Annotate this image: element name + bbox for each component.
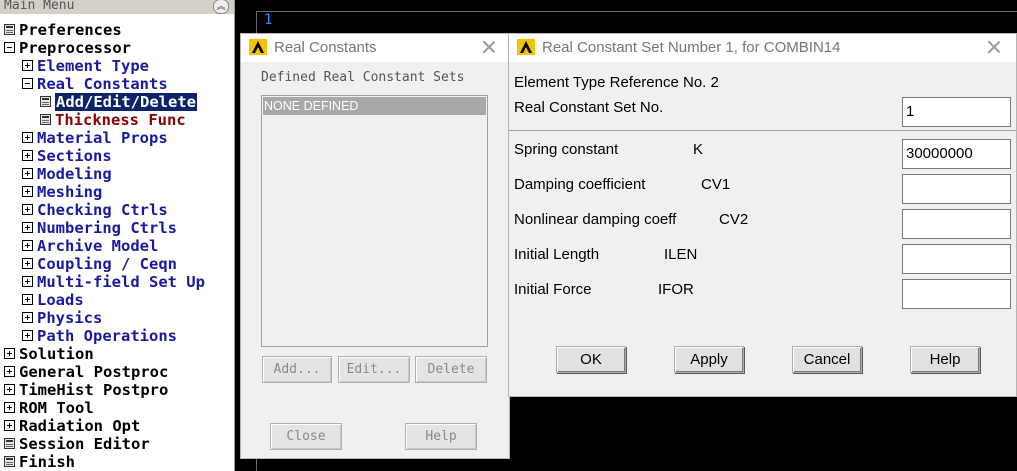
help-button[interactable]: Help	[405, 423, 477, 450]
ansys-logo-icon	[517, 39, 535, 55]
initial-force-label: Initial Force	[514, 281, 592, 298]
expand-icon[interactable]	[22, 222, 33, 233]
menu-item-checking-ctrls[interactable]: Checking Ctrls	[22, 201, 168, 219]
menu-item-sections[interactable]: Sections	[22, 147, 112, 165]
expand-icon[interactable]	[4, 402, 15, 413]
close-button[interactable]: Close	[270, 423, 342, 450]
menu-item-path-operations[interactable]: Path Operations	[22, 327, 177, 345]
edit-button[interactable]: Edit...	[338, 356, 410, 383]
menu-item-session-editor[interactable]: Session Editor	[4, 435, 150, 453]
expand-icon[interactable]	[22, 240, 33, 251]
help-button[interactable]: Help	[910, 346, 980, 373]
menu-item-physics[interactable]: Physics	[22, 309, 102, 327]
menu-item-real-constants[interactable]: Real Constants	[22, 75, 168, 93]
add-button[interactable]: Add...	[262, 356, 332, 383]
menu-item-archive-model[interactable]: Archive Model	[22, 237, 158, 255]
nonlinear-damping-coeff-key: CV2	[719, 211, 749, 228]
expand-icon[interactable]	[4, 348, 15, 359]
real-constant-set-title-bar[interactable]: Real Constant Set Number 1, for COMBIN14	[509, 34, 1016, 62]
menu-item-thickness-func[interactable]: Thickness Func	[40, 111, 186, 129]
cancel-button[interactable]: Cancel	[792, 346, 862, 373]
expand-icon[interactable]	[22, 294, 33, 305]
menu-item-modeling[interactable]: Modeling	[22, 165, 112, 183]
close-icon[interactable]	[986, 39, 1002, 55]
menu-item-preprocessor[interactable]: Preprocessor	[4, 39, 131, 57]
nonlinear-damping-coeff-field[interactable]	[902, 209, 1011, 239]
menu-item-loads[interactable]: Loads	[22, 291, 84, 309]
menu-item-meshing[interactable]: Meshing	[22, 183, 102, 201]
expand-icon[interactable]	[22, 276, 33, 287]
document-icon	[4, 24, 15, 35]
real-constant-set-no-field[interactable]: 1	[902, 97, 1011, 127]
initial-length-key: ILEN	[664, 246, 698, 263]
menu-item-add-edit-delete[interactable]: Add/Edit/Delete	[40, 93, 197, 111]
document-icon	[40, 96, 51, 107]
collapse-menu-button[interactable]: ︽	[213, 0, 229, 14]
expand-icon[interactable]	[4, 384, 15, 395]
real-constants-title: Real Constants	[274, 39, 377, 56]
close-icon[interactable]	[481, 39, 497, 55]
document-icon	[4, 438, 15, 449]
expand-icon[interactable]	[4, 366, 15, 377]
graphics-border-top	[256, 11, 1017, 12]
element-type-reference-label: Element Type Reference No. 2	[514, 74, 719, 91]
real-constants-title-bar[interactable]: Real Constants	[241, 34, 509, 62]
initial-length-label: Initial Length	[514, 246, 600, 263]
menu-item-rom-tool[interactable]: ROM Tool	[4, 399, 94, 417]
collapse-icon[interactable]	[22, 78, 33, 89]
damping-coefficient-key: CV1	[701, 176, 731, 193]
initial-length-field[interactable]	[902, 244, 1011, 274]
expand-icon[interactable]	[4, 420, 15, 431]
expand-icon[interactable]	[22, 258, 33, 269]
list-item[interactable]: NONE DEFINED	[263, 97, 486, 115]
expand-icon[interactable]	[22, 204, 33, 215]
menu-item-preferences[interactable]: Preferences	[4, 21, 122, 39]
collapse-icon[interactable]	[4, 42, 15, 53]
expand-icon[interactable]	[22, 132, 33, 143]
menu-item-multi-field-set-up[interactable]: Multi-field Set Up	[22, 273, 205, 291]
nonlinear-damping-coeff-label: Nonlinear damping coeff	[514, 211, 677, 228]
document-icon	[4, 456, 15, 467]
main-menu-panel: Main Menu ︽ Preferences Preprocessor Ele…	[0, 0, 235, 471]
initial-force-field[interactable]	[902, 279, 1011, 309]
expand-icon[interactable]	[22, 186, 33, 197]
defined-sets-list[interactable]: NONE DEFINED	[261, 95, 488, 347]
apply-button[interactable]: Apply	[674, 346, 744, 373]
menu-item-material-props[interactable]: Material Props	[22, 129, 168, 147]
main-menu-header: Main Menu ︽	[0, 0, 234, 14]
real-constant-set-dialog: Real Constant Set Number 1, for COMBIN14…	[508, 33, 1017, 397]
main-menu-title: Main Menu	[4, 0, 75, 13]
expand-icon[interactable]	[22, 150, 33, 161]
divider	[509, 130, 1016, 131]
expand-icon[interactable]	[22, 330, 33, 341]
menu-item-numbering-ctrls[interactable]: Numbering Ctrls	[22, 219, 177, 237]
delete-button[interactable]: Delete	[415, 356, 487, 383]
expand-icon[interactable]	[22, 168, 33, 179]
initial-force-key: IFOR	[658, 281, 694, 298]
menu-item-general-postproc[interactable]: General Postproc	[4, 363, 168, 381]
defined-sets-caption: Defined Real Constant Sets	[261, 70, 465, 85]
real-constants-dialog: Real Constants Defined Real Constant Set…	[240, 33, 510, 459]
real-constant-set-title: Real Constant Set Number 1, for COMBIN14	[542, 39, 841, 56]
damping-coefficient-field[interactable]	[902, 174, 1011, 204]
menu-item-finish[interactable]: Finish	[4, 453, 75, 471]
ok-button[interactable]: OK	[556, 346, 626, 373]
menu-item-element-type[interactable]: Element Type	[22, 57, 149, 75]
window-number-label: 1	[264, 12, 273, 28]
ansys-logo-icon	[249, 39, 267, 55]
spring-constant-label: Spring constant	[514, 141, 619, 158]
damping-coefficient-label: Damping coefficient	[514, 176, 646, 193]
expand-icon[interactable]	[22, 60, 33, 71]
document-icon	[40, 114, 51, 125]
menu-item-coupling-ceqn[interactable]: Coupling / Ceqn	[22, 255, 177, 273]
menu-item-radiation-opt[interactable]: Radiation Opt	[4, 417, 140, 435]
spring-constant-field[interactable]: 30000000	[902, 139, 1011, 169]
expand-icon[interactable]	[22, 312, 33, 323]
menu-item-timehist-postpro[interactable]: TimeHist Postpro	[4, 381, 168, 399]
spring-constant-key: K	[693, 141, 704, 158]
real-constant-set-no-label: Real Constant Set No.	[514, 99, 664, 116]
menu-item-solution[interactable]: Solution	[4, 345, 94, 363]
